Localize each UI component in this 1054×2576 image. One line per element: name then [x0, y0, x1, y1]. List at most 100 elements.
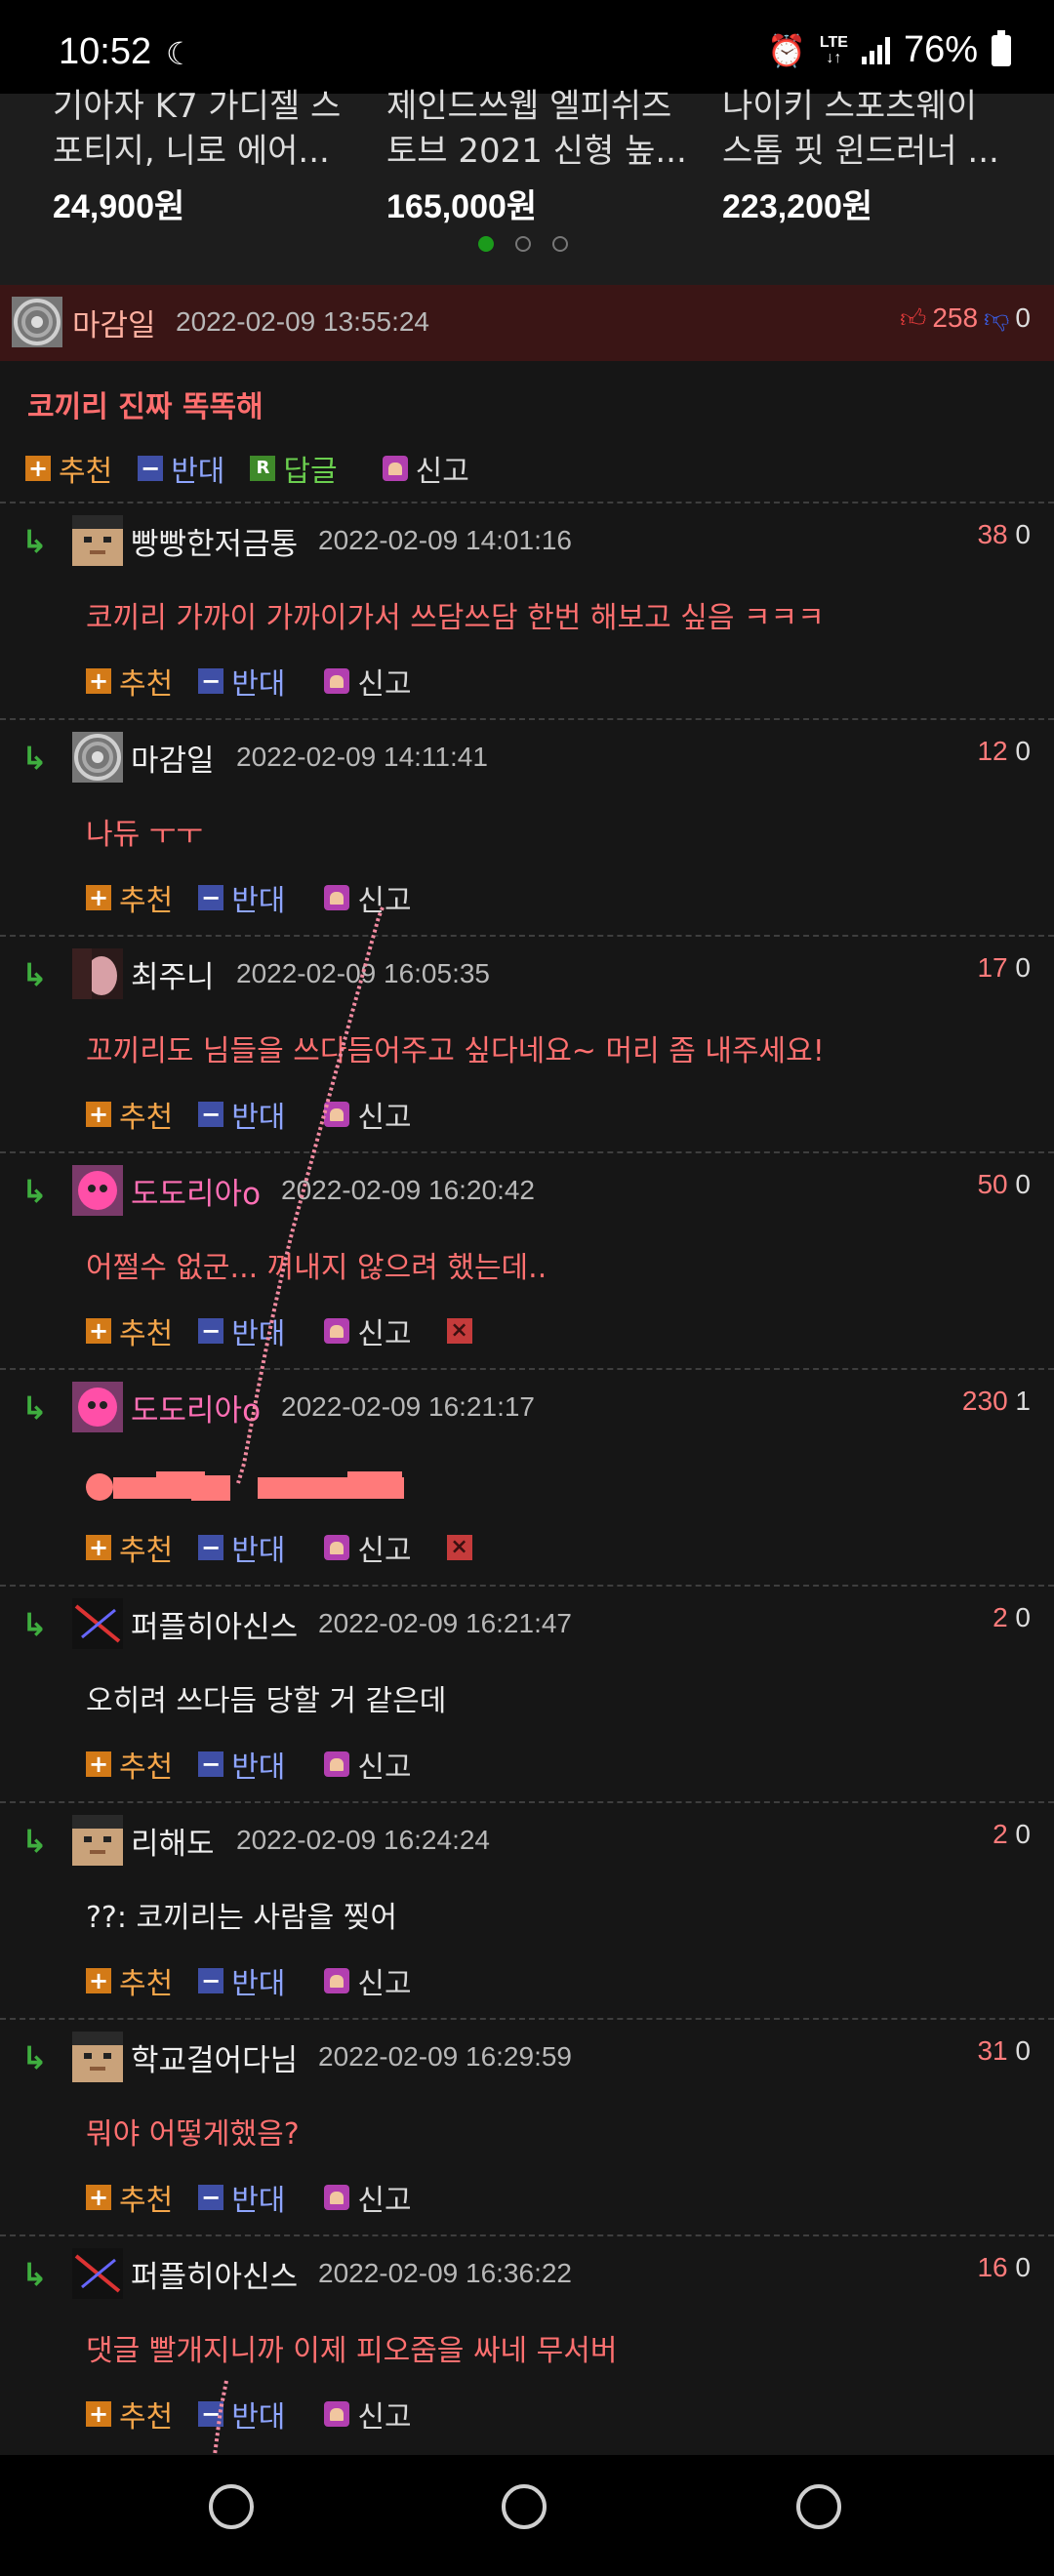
downvote-button[interactable]: − 반대 — [138, 447, 224, 490]
siren-icon — [382, 456, 408, 481]
reply-arrow-icon: ↳ — [21, 740, 48, 777]
downvote-button[interactable]: − 반대 — [198, 1526, 285, 1569]
siren-icon — [324, 668, 350, 694]
username[interactable]: 마감일 — [131, 736, 215, 780]
downvote-button[interactable]: − 반대 — [198, 2393, 285, 2435]
minus-icon: − — [198, 1318, 224, 1344]
reply-comment: ↳ 학교걸어다님 2022-02-09 16:29:59 31 0 뭐야 어떻게… — [0, 2018, 1054, 2234]
report-button[interactable]: 신고 — [382, 447, 469, 490]
avatar[interactable] — [72, 732, 123, 783]
product-card[interactable]: 기아자 K7 가디젤 스 포티지, 니로 에어... 24,900원 — [53, 84, 365, 227]
carousel-dot[interactable] — [515, 236, 531, 252]
report-button[interactable]: 신고 — [324, 1526, 412, 1569]
product-card[interactable]: 나이키 스포츠웨이 스톰 핏 윈드러너 ... 223,200원 — [722, 84, 1034, 227]
upvote-button[interactable]: + 추천 — [86, 660, 173, 703]
carousel-dots[interactable] — [478, 236, 568, 252]
downvote-button[interactable]: − 반대 — [198, 1309, 285, 1352]
reply-comment: ↳ 최주니 2022-02-09 16:05:35 17 0 꼬끼리도 님들을 … — [0, 935, 1054, 1151]
upvote-count: 258 — [932, 302, 979, 333]
upvote-button[interactable]: + 추천 — [86, 1959, 173, 2002]
close-icon: × — [446, 1535, 472, 1560]
avatar[interactable] — [72, 948, 123, 999]
back-button[interactable] — [796, 2484, 841, 2529]
upvote-button[interactable]: + 추천 — [86, 1309, 173, 1352]
siren-icon — [324, 1318, 350, 1344]
vote-counts: 17 0 — [977, 952, 1031, 983]
avatar[interactable] — [12, 297, 62, 347]
reply-arrow-icon: ↳ — [21, 1173, 48, 1210]
report-button[interactable]: 신고 — [324, 1959, 412, 2002]
upvote-button[interactable]: + 추천 — [86, 1093, 173, 1136]
vote-counts: 50 0 — [977, 1169, 1031, 1199]
reply-comment: ↳ 빵빵한저금통 2022-02-09 14:01:16 38 0 코끼리 가까… — [0, 502, 1054, 718]
siren-icon — [324, 2401, 350, 2427]
comment-date: 2022-02-09 16:24:24 — [236, 1825, 490, 1855]
avatar[interactable] — [72, 1382, 123, 1432]
report-button[interactable]: 신고 — [324, 2176, 412, 2219]
carousel-dot[interactable] — [552, 236, 568, 252]
downvote-button[interactable]: − 반대 — [198, 1093, 285, 1136]
report-button[interactable]: 신고 — [324, 1093, 412, 1136]
username[interactable]: 도도리아o — [131, 1386, 261, 1429]
downvote-button[interactable]: − 반대 — [198, 876, 285, 919]
comment-date: 2022-02-09 16:29:59 — [318, 2041, 572, 2072]
comment-actions: + 추천 − 반대 신고 — [86, 2176, 437, 2219]
comment-date: 2022-02-09 14:01:16 — [318, 525, 572, 555]
vote-counts: 16 0 — [977, 2252, 1031, 2282]
upvote-button[interactable]: + 추천 — [86, 1743, 173, 1786]
username[interactable]: 최주니 — [131, 952, 215, 996]
parent-comment-text: 코끼리 진짜 똑똑해 — [27, 390, 264, 424]
downvote-button[interactable]: − 반대 — [198, 660, 285, 703]
report-button[interactable]: 신고 — [324, 1743, 412, 1786]
username[interactable]: 퍼플히아신스 — [131, 1602, 298, 1646]
upvote-button[interactable]: + 추천 — [86, 2176, 173, 2219]
plus-icon: + — [86, 1535, 111, 1560]
vote-counts: 2 0 — [993, 1602, 1031, 1632]
comment-date: 2022-02-09 13:55:24 — [176, 306, 429, 337]
comment-actions: + 추천 − 반대 신고 — [86, 660, 437, 703]
battery-icon — [992, 29, 1011, 66]
avatar[interactable] — [72, 1165, 123, 1216]
upvote-button[interactable]: + 추천 — [25, 447, 112, 490]
downvote-count: 0 — [1015, 302, 1031, 333]
username[interactable]: 학교걸어다님 — [131, 2035, 298, 2079]
upvote-button[interactable]: + 추천 — [86, 876, 173, 919]
product-name: 나이키 스포츠웨이 스톰 핏 윈드러너 ... — [722, 87, 999, 171]
home-button[interactable] — [502, 2484, 547, 2529]
delete-button[interactable]: × — [446, 1318, 480, 1344]
username[interactable]: 마감일 — [72, 301, 156, 344]
vote-counts: 230 1 — [961, 1386, 1031, 1416]
minus-icon: − — [138, 456, 164, 481]
avatar[interactable] — [72, 1598, 123, 1649]
report-button[interactable]: 신고 — [324, 660, 412, 703]
avatar[interactable] — [72, 515, 123, 566]
comment-date: 2022-02-09 16:21:17 — [281, 1391, 535, 1422]
plus-icon: + — [86, 2401, 111, 2427]
downvote-button[interactable]: − 반대 — [198, 1959, 285, 2002]
delete-button[interactable]: × — [446, 1535, 480, 1560]
username[interactable]: 도도리아o — [131, 1169, 261, 1213]
downvote-button[interactable]: − 반대 — [198, 1743, 285, 1786]
username[interactable]: 퍼플히아신스 — [131, 2252, 298, 2296]
product-carousel[interactable]: 기아자 K7 가디젤 스 포티지, 니로 에어... 24,900원 제인드쓰웹… — [0, 87, 1054, 285]
avatar[interactable] — [72, 2032, 123, 2082]
report-button[interactable]: 신고 — [324, 1309, 412, 1352]
report-button[interactable]: 신고 — [324, 876, 412, 919]
reply-arrow-icon: ↳ — [21, 2039, 48, 2076]
plus-icon: + — [86, 1751, 111, 1777]
username[interactable]: 리해도 — [131, 1819, 215, 1863]
downvote-button[interactable]: − 반대 — [198, 2176, 285, 2219]
plus-icon: + — [86, 1318, 111, 1344]
username[interactable]: 빵빵한저금통 — [131, 519, 298, 563]
recents-button[interactable] — [209, 2484, 254, 2529]
avatar[interactable] — [72, 1815, 123, 1866]
upvote-button[interactable]: + 추천 — [86, 1526, 173, 1569]
product-card[interactable]: 제인드쓰웹 엘피쉬즈 토브 2021 신형 높... 165,000원 — [386, 84, 699, 227]
report-button[interactable]: 신고 — [324, 2393, 412, 2435]
comment-actions: + 추천 − 반대 신고 × — [86, 1526, 506, 1569]
reply-button[interactable]: R 답글 — [250, 447, 338, 490]
avatar[interactable] — [72, 2248, 123, 2299]
upvote-button[interactable]: + 추천 — [86, 2393, 173, 2435]
thumbs-up-icon: 👍︎ — [900, 302, 927, 333]
carousel-dot-active[interactable] — [478, 236, 494, 252]
